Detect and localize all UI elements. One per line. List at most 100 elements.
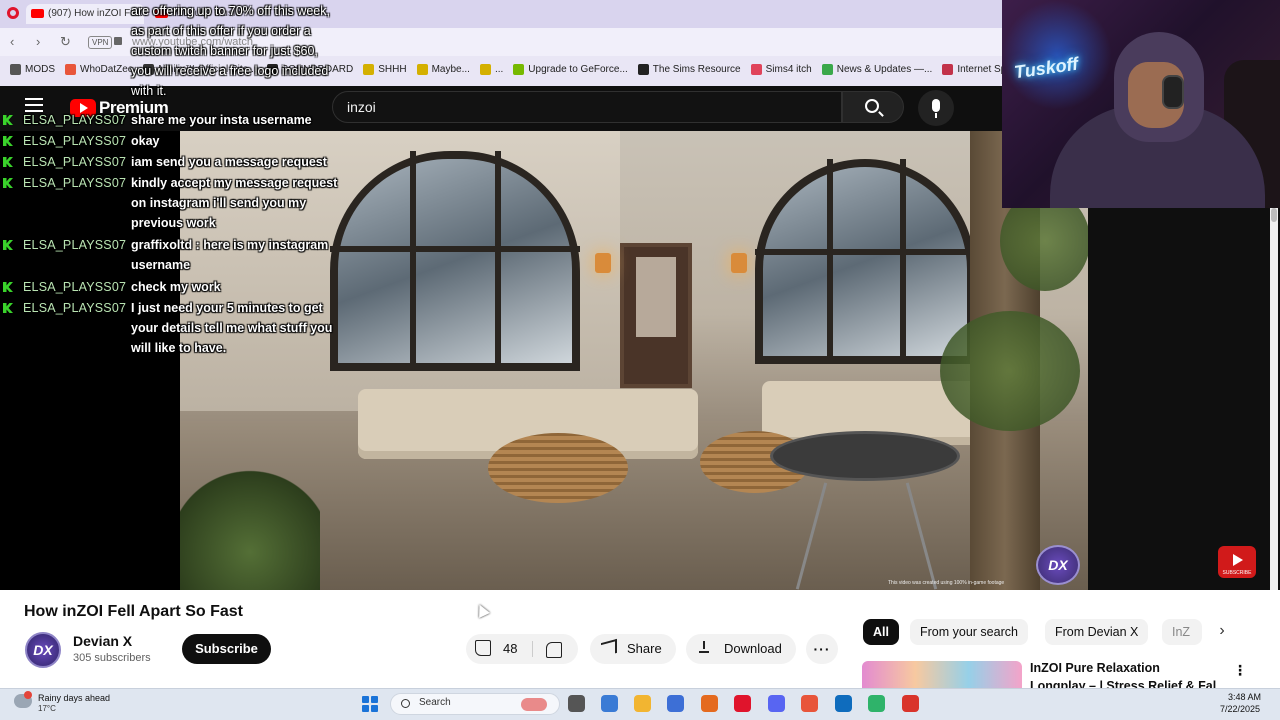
kick-badge-icon xyxy=(3,240,13,250)
scrollbar-thumb[interactable] xyxy=(1271,208,1277,222)
video-title: How inZOI Fell Apart So Fast xyxy=(24,603,243,620)
office-icon[interactable] xyxy=(801,695,818,712)
bookmark-item[interactable]: News & Updates —... xyxy=(821,63,932,75)
thumbs-down-icon[interactable] xyxy=(546,642,562,658)
bookmark-label: Maybe... xyxy=(431,63,470,75)
taskbar-search-label: Search xyxy=(419,697,451,708)
video-footnote: This video was created using 100% in-gam… xyxy=(888,580,1005,586)
file-explorer-icon[interactable] xyxy=(634,695,651,712)
chat-message-text: graffixoltd : here is my instagram usern… xyxy=(131,238,329,272)
bookmark-favicon-icon xyxy=(479,63,491,75)
bookmark-item[interactable]: ... xyxy=(479,63,504,75)
bookmark-item[interactable]: Upgrade to GeForce... xyxy=(513,63,628,75)
bookmark-label: ... xyxy=(494,63,504,75)
kick-badge-icon xyxy=(3,282,13,292)
weather-summary[interactable]: Rainy days ahead xyxy=(38,693,110,703)
bookmark-favicon-icon xyxy=(637,63,649,75)
chat-promo-message: are offering up to 70% off this week, as… xyxy=(131,4,330,98)
chip-from-your-search[interactable]: From your search xyxy=(910,619,1028,645)
recommended-video-title[interactable]: InZOI Pure Relaxation xyxy=(1030,661,1160,675)
media-app-icon[interactable] xyxy=(902,695,919,712)
bookmark-favicon-icon xyxy=(821,63,833,75)
voice-search-button[interactable] xyxy=(918,90,954,126)
bookmark-favicon-icon xyxy=(942,63,954,75)
channel-watermark-badge: DX xyxy=(1036,545,1080,585)
download-button[interactable]: Download xyxy=(686,634,796,664)
weather-icon[interactable] xyxy=(14,691,32,708)
store-icon[interactable] xyxy=(667,695,684,712)
chat-username: ELSA_PLAYSS07 xyxy=(23,176,127,190)
video-scene-plant xyxy=(180,461,320,590)
recommended-video-thumbnail[interactable] xyxy=(862,661,1022,688)
share-label: Share xyxy=(627,641,662,656)
kick-badge-icon xyxy=(3,115,13,125)
download-label: Download xyxy=(724,641,782,656)
video-scene-window xyxy=(330,151,580,371)
search-input-value[interactable]: inzoi xyxy=(347,99,376,115)
video-scene-grill xyxy=(770,431,960,481)
chat-message-text: I just need your 5 minutes to get your d… xyxy=(131,301,333,355)
bookmark-item[interactable]: SHHH xyxy=(363,63,407,75)
android-app-icon[interactable] xyxy=(868,695,885,712)
chat-message-text: iam send you a message request xyxy=(131,155,327,169)
recommended-video-menu-icon[interactable]: ⋮ xyxy=(1233,662,1247,679)
divider xyxy=(532,641,533,657)
bookmark-item[interactable]: The Sims Resource xyxy=(637,63,741,75)
microphone-icon xyxy=(932,99,940,118)
chip-all[interactable]: All xyxy=(863,619,899,645)
kick-badge-icon xyxy=(3,157,13,167)
bookmark-item[interactable]: Maybe... xyxy=(416,63,470,75)
video-scene-lamp xyxy=(595,253,611,273)
chat-message-text: check my work xyxy=(131,280,221,294)
search-input[interactable] xyxy=(332,91,842,123)
chat-username: ELSA_PLAYSS07 xyxy=(23,155,127,169)
opera-icon[interactable] xyxy=(734,695,751,712)
chat-message-text: kindly accept my message request on inst… xyxy=(131,176,338,230)
search-icon xyxy=(865,99,879,113)
subscribe-button[interactable]: Subscribe xyxy=(182,634,271,664)
channel-avatar[interactable]: DX xyxy=(25,632,61,668)
bookmark-favicon-icon xyxy=(513,63,525,75)
chat-username: ELSA_PLAYSS07 xyxy=(23,134,127,148)
kick-badge-icon xyxy=(3,303,13,313)
clock-time[interactable]: 3:48 AM xyxy=(1228,692,1261,702)
chevron-right-icon[interactable]: › xyxy=(1212,619,1232,645)
like-count[interactable]: 48 xyxy=(503,634,517,664)
more-actions-button[interactable]: ··· xyxy=(806,634,838,664)
clock-date[interactable]: 7/22/2025 xyxy=(1220,704,1260,714)
screen: (907) How inZOI Fell... YouTube Music ‹ … xyxy=(0,0,1280,720)
search-highlight-icon xyxy=(521,698,547,711)
sidebar-backdrop xyxy=(1088,208,1280,590)
subscribe-watermark-button[interactable]: SUBSCRIBE xyxy=(1218,546,1256,578)
video-scene-window xyxy=(755,159,975,364)
subscriber-count: 305 subscribers xyxy=(73,652,151,664)
like-dislike-pill: 48 xyxy=(466,634,578,664)
download-icon xyxy=(699,641,709,653)
taskbar-search[interactable]: Search xyxy=(390,693,560,715)
game-app-icon[interactable] xyxy=(701,695,718,712)
windows-start-icon[interactable] xyxy=(362,696,378,712)
share-button[interactable]: Share xyxy=(590,634,676,664)
discord-icon[interactable] xyxy=(768,695,785,712)
recommended-video-title-line2[interactable]: Longplay – | Stress Relief & Fal xyxy=(1030,678,1220,688)
chat-username: ELSA_PLAYSS07 xyxy=(23,301,127,315)
chat-message-text: okay xyxy=(131,134,160,148)
bookmark-label: The Sims Resource xyxy=(652,63,741,75)
bookmark-item[interactable]: Sims4 itch xyxy=(750,63,812,75)
outlook-icon[interactable] xyxy=(835,695,852,712)
thumbs-up-icon[interactable] xyxy=(475,640,491,656)
bookmark-label: SHHH xyxy=(378,63,407,75)
task-view-icon[interactable] xyxy=(568,695,585,712)
copilot-icon[interactable] xyxy=(601,695,618,712)
search-button[interactable] xyxy=(842,91,904,123)
weather-temperature[interactable]: 17°C xyxy=(38,704,56,713)
stream-chat-overlay: are offering up to 70% off this week, as… xyxy=(0,0,345,360)
channel-name[interactable]: Devian X xyxy=(73,633,132,649)
chat-username: ELSA_PLAYSS07 xyxy=(23,113,127,127)
chip-inzoi[interactable]: InZ xyxy=(1162,619,1202,645)
video-scene-table xyxy=(488,433,628,503)
kick-badge-icon xyxy=(3,178,13,188)
video-scene-door xyxy=(620,243,692,388)
bookmark-favicon-icon xyxy=(363,63,375,75)
chip-from-devian-x[interactable]: From Devian X xyxy=(1045,619,1149,645)
